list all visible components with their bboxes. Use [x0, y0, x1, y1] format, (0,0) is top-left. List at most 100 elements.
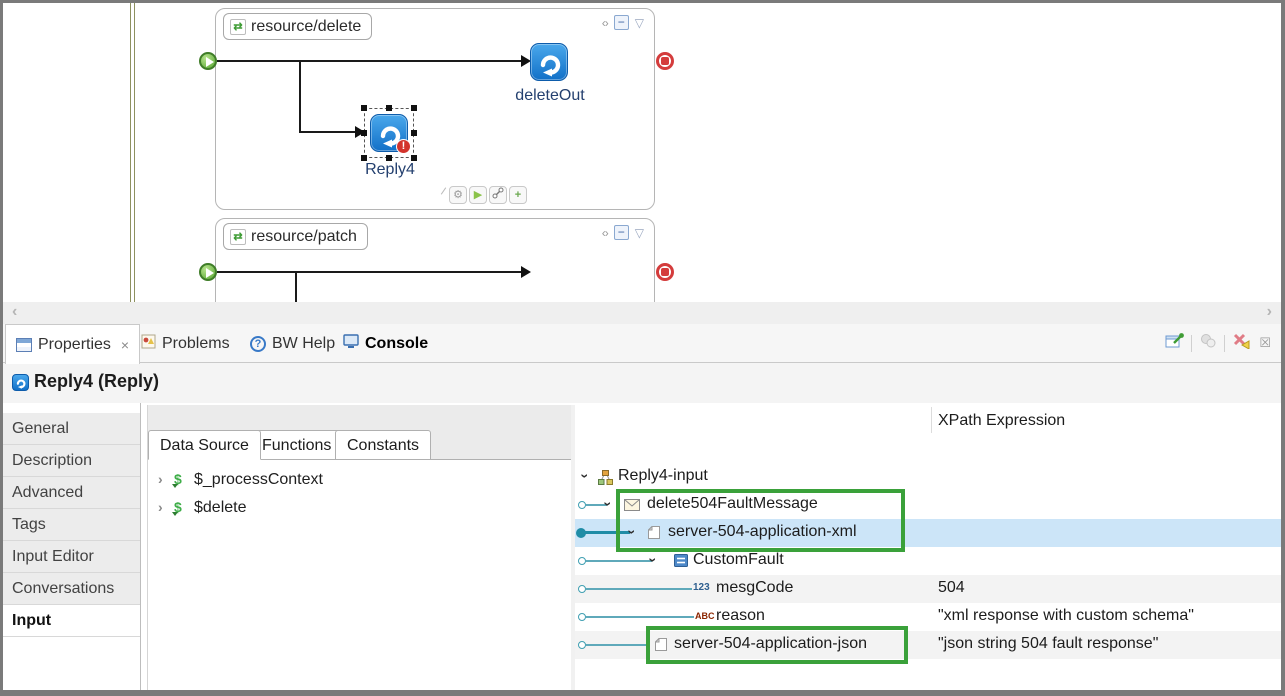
collapse-ends-icon[interactable]: ‹›	[602, 226, 609, 240]
tab-constants[interactable]: Constants	[335, 430, 432, 460]
data-source-panel: Data Source Functions Constants › $ $_pr…	[147, 405, 572, 690]
tab-label: BW Help	[272, 334, 336, 352]
sidebar-item-advanced[interactable]: Advanced	[3, 477, 140, 509]
transition-line	[217, 60, 523, 62]
help-icon: ?	[250, 335, 266, 352]
sidebar-item-tags[interactable]: Tags	[3, 509, 140, 541]
tab-functions[interactable]: Functions	[250, 430, 344, 460]
sidebar-item-input[interactable]: Input	[3, 605, 140, 637]
app-window: ⇄ resource/delete ‹› − ▽ ⇄ resource/patc…	[0, 0, 1285, 696]
view-tabbar: Properties × Problems ? BW Help Console	[3, 324, 1281, 364]
group-title: resource/patch	[251, 227, 357, 245]
xpath-value[interactable]: "xml response with custom schema"	[938, 607, 1194, 625]
xpath-value[interactable]: 504	[938, 579, 965, 597]
sidebar-item-description[interactable]: Description	[3, 445, 140, 477]
tab-properties[interactable]: Properties ×	[5, 324, 141, 364]
start-node[interactable]	[199, 263, 217, 281]
activity-deleteOut[interactable]	[530, 43, 568, 81]
selection-handle[interactable]	[361, 130, 367, 136]
xpath-column-header: XPath Expression	[938, 412, 1066, 429]
tree-row-mesgCode[interactable]: 123 mesgCode 504	[575, 575, 1281, 603]
variable-icon: $	[172, 499, 182, 516]
chevron-right-icon[interactable]: ›	[158, 499, 163, 515]
mapping-line	[586, 560, 652, 562]
close-icon[interactable]: ×	[121, 337, 129, 353]
end-node[interactable]	[656, 52, 674, 70]
lane-divider	[130, 3, 135, 302]
process-canvas: ⇄ resource/delete ‹› − ▽ ⇄ resource/patc…	[3, 3, 1281, 302]
group-menu-icon[interactable]: ▽	[635, 16, 644, 30]
clipped-toolbar-icon[interactable]: ☒	[1259, 335, 1271, 351]
page-title: Reply4 (Reply)	[34, 371, 160, 391]
activity-palette: ⚙ ▶ +	[449, 186, 527, 204]
chevron-down-icon[interactable]: ›	[645, 558, 661, 563]
xpath-value[interactable]: "json string 504 fault response"	[938, 635, 1158, 653]
tree-item-processContext[interactable]: › $ $_processContext	[148, 467, 572, 495]
group-resource-delete[interactable]: ⇄ resource/delete ‹› − ▽	[215, 8, 655, 210]
tree-item-delete[interactable]: › $ $delete	[148, 495, 572, 523]
selection-handle[interactable]	[411, 105, 417, 111]
mapping-endpoint[interactable]	[578, 641, 586, 649]
mapping-line	[586, 616, 694, 618]
tab-problems[interactable]: Problems	[131, 324, 240, 363]
activity-label: Reply4	[365, 161, 415, 178]
tab-bw-help[interactable]: ? BW Help	[240, 324, 345, 363]
group-label-resource-patch[interactable]: ⇄ resource/patch	[223, 223, 368, 250]
tab-data-source[interactable]: Data Source	[148, 430, 261, 460]
start-node[interactable]	[199, 52, 217, 70]
complex-element-icon	[674, 554, 688, 572]
error-badge-icon: !	[396, 139, 411, 154]
open-new-window-icon[interactable]	[1165, 332, 1185, 354]
group-label-resource-delete[interactable]: ⇄ resource/delete	[223, 13, 373, 40]
selection-handle[interactable]	[411, 130, 417, 136]
mapping-endpoint[interactable]	[578, 501, 586, 509]
window-border	[0, 690, 1285, 696]
filters-icon[interactable]	[1199, 332, 1217, 354]
view-toolbar: ☒	[1165, 332, 1271, 354]
create-transition-icon[interactable]: ▶	[469, 186, 487, 204]
reply-icon	[540, 55, 561, 77]
transition-arrowhead	[521, 266, 531, 278]
tab-console[interactable]: Console	[333, 324, 438, 363]
data-source-tabs: Data Source Functions Constants	[148, 430, 572, 460]
mapping-endpoint[interactable]	[578, 557, 586, 565]
data-source-panel-header	[148, 405, 572, 430]
window-border	[0, 0, 1285, 3]
chevron-down-icon[interactable]: ›	[600, 502, 616, 507]
activity-label: deleteOut	[515, 87, 585, 104]
mapping-endpoint[interactable]	[578, 585, 586, 593]
link-icon[interactable]	[489, 186, 507, 204]
group-resource-patch[interactable]: ⇄ resource/patch ‹› − ▽	[215, 218, 655, 302]
problems-icon	[141, 334, 156, 354]
sidebar-item-general[interactable]: General	[3, 413, 140, 445]
number-icon: 123	[693, 582, 710, 593]
end-node[interactable]	[656, 263, 674, 281]
add-icon[interactable]: +	[509, 186, 527, 204]
annotation-box-json	[646, 626, 908, 664]
group-title: resource/delete	[251, 17, 362, 35]
tree-row-reply4-input[interactable]: › Reply4-input	[575, 463, 1281, 491]
tab-label: Console	[365, 334, 429, 352]
scroll-right-icon[interactable]: ›	[1267, 303, 1272, 321]
sidebar-item-input-editor[interactable]: Input Editor	[3, 541, 140, 573]
remove-mapping-icon[interactable]	[1232, 332, 1252, 354]
minimize-group-icon[interactable]: −	[613, 225, 629, 240]
column-separator[interactable]	[931, 407, 932, 433]
chevron-down-icon[interactable]: ›	[577, 474, 593, 479]
group-menu-icon[interactable]: ▽	[635, 226, 644, 240]
transition-line	[299, 131, 357, 133]
selection-handle[interactable]	[386, 105, 392, 111]
horizontal-scrollbar[interactable]: ‹ ›	[3, 302, 1281, 324]
scroll-left-icon[interactable]: ‹	[12, 303, 17, 321]
string-icon: ABC	[695, 611, 715, 621]
selection-handle[interactable]	[361, 105, 367, 111]
gear-icon[interactable]: ⚙	[449, 186, 467, 204]
tab-label: Problems	[162, 334, 230, 352]
tree-item-label: $delete	[194, 499, 247, 516]
chevron-right-icon[interactable]: ›	[158, 471, 163, 487]
collapse-ends-icon[interactable]: ‹›	[602, 16, 609, 30]
minimize-group-icon[interactable]: −	[613, 15, 629, 30]
sidebar-item-conversations[interactable]: Conversations	[3, 573, 140, 605]
toolbar-separator	[1191, 334, 1193, 352]
mapping-endpoint[interactable]	[578, 613, 586, 621]
